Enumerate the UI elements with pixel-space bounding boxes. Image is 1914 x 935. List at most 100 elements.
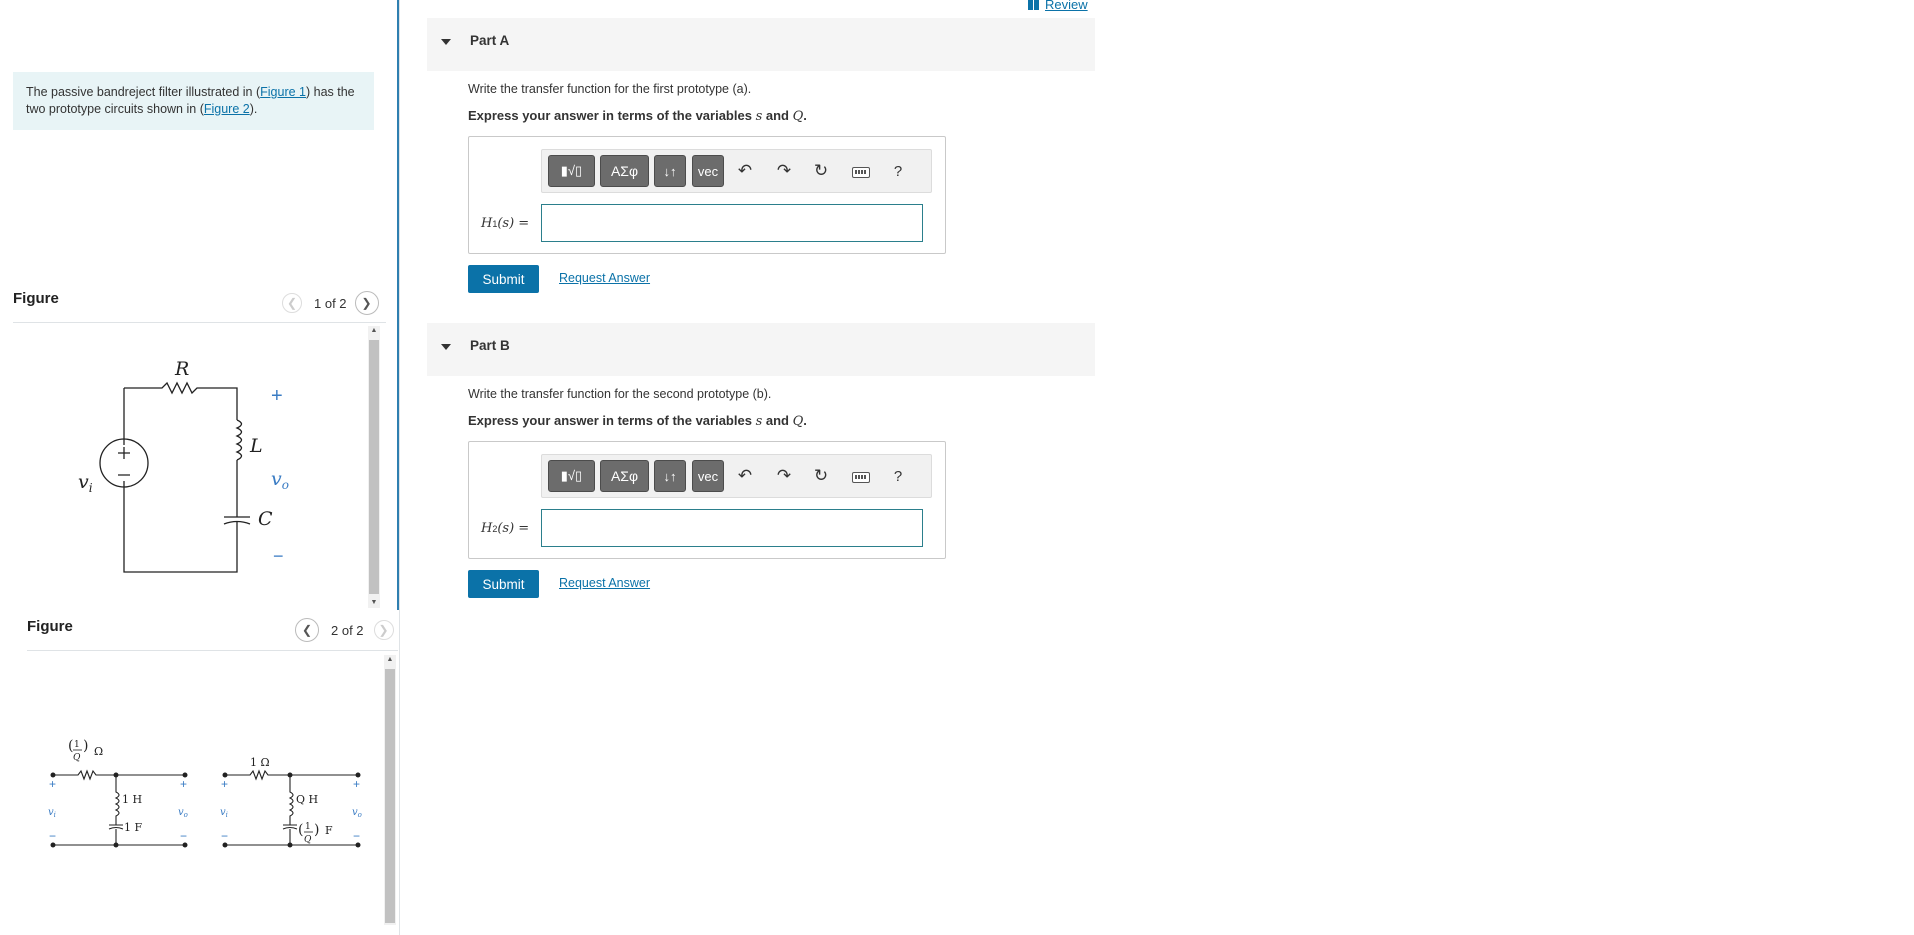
book-icon [1028, 0, 1039, 10]
svg-text:vo: vo [178, 807, 188, 819]
column-divider [399, 0, 400, 935]
vi-subscript: i [226, 811, 228, 819]
h-argument: (s) = [497, 216, 530, 231]
vo-plus-label: + [271, 385, 283, 407]
chevron-right-icon[interactable]: ❯ [373, 620, 394, 640]
part-a-submit-button[interactable]: Submit [468, 265, 539, 293]
keyboard-icon[interactable] [852, 167, 870, 178]
figure-2-scrollbar[interactable]: ▲ [384, 655, 396, 925]
greek-button[interactable]: ΑΣφ [600, 155, 649, 187]
vo-minus-label: − [273, 546, 284, 566]
resistor-a-label: Ω [94, 745, 103, 758]
part-a-request-answer-link[interactable]: Request Answer [559, 271, 650, 285]
part-b-label: Part B [470, 338, 510, 353]
greek-button[interactable]: ΑΣφ [600, 460, 649, 492]
h-symbol: H [481, 521, 493, 536]
fraction-denominator: Q [304, 835, 312, 845]
updown-button[interactable]: ↓↑ [654, 460, 686, 492]
figure-1-link[interactable]: Figure 1 [260, 85, 306, 99]
part-b-request-answer-link[interactable]: Request Answer [559, 576, 650, 590]
minus-label: − [221, 829, 228, 843]
h2-label: H2(s) = [481, 520, 529, 536]
updown-button[interactable]: ↓↑ [654, 155, 686, 187]
minus-label: − [180, 829, 187, 843]
figure-1-divider [13, 322, 386, 323]
svg-text:vi: vi [220, 807, 228, 819]
svg-text:vi: vi [78, 471, 93, 495]
inductor-label: L [249, 435, 263, 457]
instr-text: and [762, 413, 793, 428]
templates-button[interactable]: ▮√▯ [548, 155, 595, 187]
capacitor-label: C [258, 508, 273, 530]
review-link[interactable]: Review [1028, 0, 1088, 12]
chevron-left-icon[interactable]: ❮ [282, 293, 302, 313]
figure-2-title: Figure [27, 618, 73, 635]
part-b-header[interactable]: Part B [427, 323, 1095, 376]
plus-label: + [221, 777, 228, 791]
capacitor-b-label: F [325, 824, 333, 837]
part-b-submit-button[interactable]: Submit [468, 570, 539, 598]
caret-down-icon [441, 39, 451, 45]
vo-label: v [271, 468, 282, 490]
part-a-answer-box: ▮√▯ ΑΣφ ↓↑ vec ↶ ↷ ↻ ? H1(s) = [468, 136, 946, 254]
chevron-right-icon[interactable]: ❯ [354, 291, 379, 315]
undo-icon[interactable]: ↶ [734, 161, 756, 181]
instr-text: . [803, 108, 807, 123]
capacitor-a-label: 1 F [124, 821, 142, 834]
part-b-instructions: Express your answer in terms of the vari… [468, 413, 807, 429]
part-a-header[interactable]: Part A [427, 18, 1095, 71]
figure-2-circuits: ( 1 Q ) Ω 1 H 1 F 1 Ω Q H ( 1 Q ) F + + … [48, 738, 362, 848]
minus-label: − [49, 829, 56, 843]
vo-subscript: o [358, 811, 362, 819]
help-icon[interactable]: ? [887, 163, 909, 180]
inductor-a-label: 1 H [122, 793, 142, 806]
vi-subscript: i [54, 811, 56, 819]
fraction-numerator: 1 [74, 740, 80, 750]
figure-2-link[interactable]: Figure 2 [204, 102, 250, 116]
var-q: Q [792, 414, 804, 429]
instr-text: Express your answer in terms of the vari… [468, 108, 756, 123]
templates-button[interactable]: ▮√▯ [548, 460, 595, 492]
vec-button[interactable]: vec [692, 155, 724, 187]
figure-1-pager: ❮ 1 of 2 ❯ [282, 291, 379, 315]
review-label[interactable]: Review [1045, 0, 1088, 12]
redo-icon[interactable]: ↷ [773, 466, 795, 486]
instr-text: Express your answer in terms of the vari… [468, 413, 756, 428]
svg-text:vi: vi [48, 807, 56, 819]
vo-subscript: o [184, 811, 188, 819]
var-q: Q [792, 109, 804, 124]
reset-icon[interactable]: ↻ [810, 161, 832, 181]
part-a-answer-input[interactable] [541, 204, 923, 242]
svg-text:vo: vo [352, 807, 362, 819]
part-a-prompt: Write the transfer function for the firs… [468, 82, 752, 96]
vi-subscript: i [89, 481, 93, 495]
h1-label: H1(s) = [481, 215, 529, 231]
intro-text: ). [249, 101, 258, 116]
h-symbol: H [481, 216, 493, 231]
reset-icon[interactable]: ↻ [810, 466, 832, 486]
figure-2-page-count: 2 of 2 [331, 622, 364, 638]
undo-icon[interactable]: ↶ [734, 466, 756, 486]
part-b-answer-box: ▮√▯ ΑΣφ ↓↑ vec ↶ ↷ ↻ ? H2(s) = [468, 441, 946, 559]
figure-1-title: Figure [13, 290, 59, 307]
resistor-label: R [174, 358, 189, 380]
part-a-label: Part A [470, 33, 510, 48]
vec-button[interactable]: vec [692, 460, 724, 492]
chevron-left-icon[interactable]: ❮ [295, 618, 319, 642]
instr-text: and [762, 108, 793, 123]
help-icon[interactable]: ? [887, 468, 909, 485]
minus-label: − [353, 829, 360, 843]
part-b-answer-input[interactable] [541, 509, 923, 547]
h-argument: (s) = [497, 521, 530, 536]
svg-text:(: ( [298, 822, 303, 838]
resistor-b-label: 1 Ω [250, 756, 270, 769]
keyboard-icon[interactable] [852, 472, 870, 483]
figure-1-scrollbar[interactable]: ▲ ▼ [368, 326, 380, 608]
part-b-prompt: Write the transfer function for the seco… [468, 387, 772, 401]
figure-1-page-count: 1 of 2 [314, 295, 347, 311]
vo-subscript: o [282, 478, 289, 492]
math-toolbar: ▮√▯ ΑΣφ ↓↑ vec ↶ ↷ ↻ ? [541, 149, 932, 193]
figure-2-pager: ❮ 2 of 2 ❯ [295, 618, 394, 642]
caret-down-icon [441, 344, 451, 350]
redo-icon[interactable]: ↷ [773, 161, 795, 181]
